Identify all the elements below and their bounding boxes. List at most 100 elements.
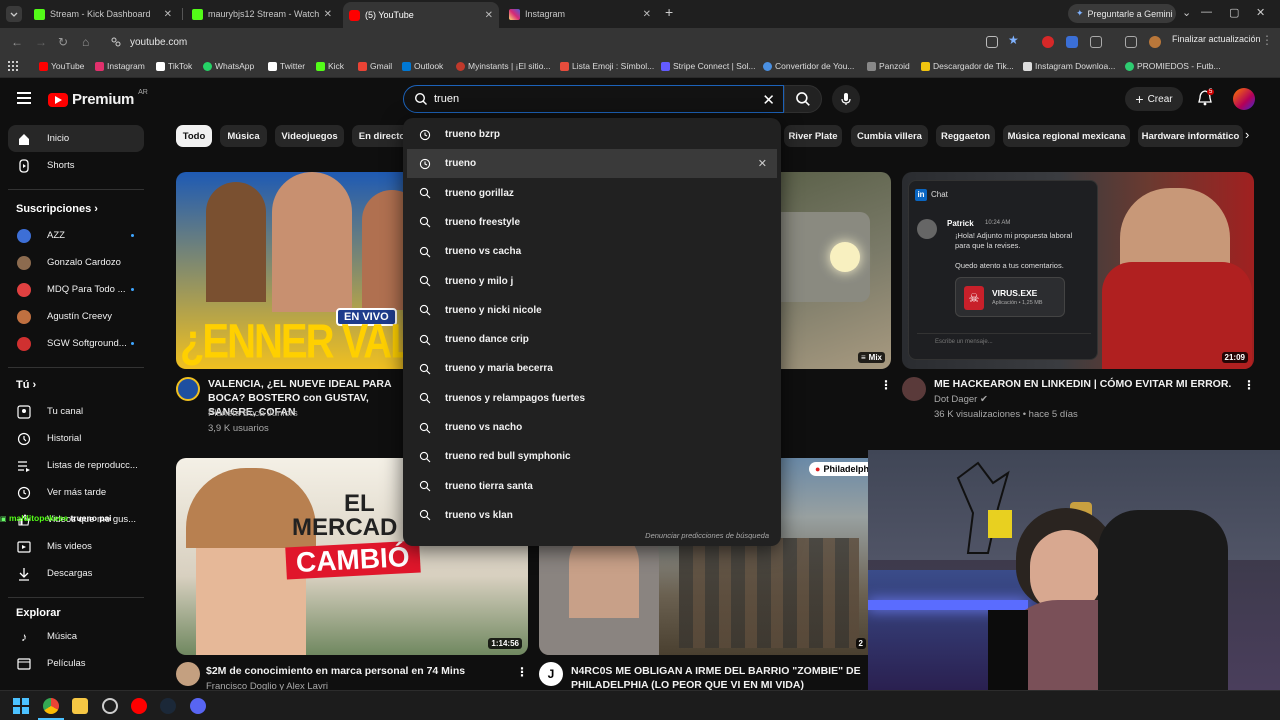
browser-tab[interactable]: Stream - Kick Dashboard ✕	[28, 4, 178, 24]
channel-name[interactable]: Planeta Boca Juniors	[208, 406, 298, 421]
suggestion-item[interactable]: trueno tierra santa	[407, 472, 777, 501]
sidebar-item-shorts[interactable]: Shorts	[8, 152, 144, 179]
menu-icon[interactable]	[17, 92, 31, 107]
suggestion-item[interactable]: trueno dance crip	[407, 325, 777, 354]
chip-hardware-informatico[interactable]: Hardware informático	[1138, 125, 1243, 147]
channel-avatar[interactable]	[176, 377, 200, 401]
channel-avatar[interactable]	[902, 377, 926, 401]
voice-search-button[interactable]	[832, 85, 860, 113]
minimize-button[interactable]: —	[1201, 6, 1212, 18]
video-thumbnail[interactable]: in Chat Patrick 10:24 AM ¡Hola! Adjunto …	[902, 172, 1254, 369]
youtube-logo[interactable]: Premium AR	[48, 89, 148, 108]
maximize-button[interactable]: ▢	[1229, 6, 1239, 19]
browser-tab-active[interactable]: (5) YouTube ✕	[343, 2, 499, 28]
chrome-icon[interactable]	[43, 698, 59, 714]
chip-musica-regional-mexicana[interactable]: Música regional mexicana	[1003, 125, 1130, 147]
reload-icon[interactable]: ↻	[58, 35, 68, 49]
subscription-item[interactable]: Gonzalo Cardozo	[8, 249, 144, 276]
video-title[interactable]: N4RC0S ME OBLIGAN A IRME DEL BARRIO "ZOM…	[571, 664, 863, 692]
chip-reggaeton[interactable]: Reggaeton	[936, 125, 995, 147]
forward-icon[interactable]: →	[35, 35, 47, 49]
browser-tab[interactable]: Instagram ✕	[503, 4, 657, 24]
chip-musica[interactable]: Música	[220, 125, 267, 147]
bookmark-outlook[interactable]: Outlook	[402, 61, 443, 71]
files-icon[interactable]	[72, 698, 88, 714]
profile-icon[interactable]	[1149, 36, 1161, 48]
sidebar-item-descargas[interactable]: Descargas	[8, 560, 144, 587]
more-actions-icon[interactable]: ⋮	[880, 378, 892, 392]
url-field[interactable]: youtube.com	[104, 32, 964, 52]
bookmark-kick[interactable]: Kick	[316, 61, 344, 71]
bookmark-promiedos[interactable]: PROMIEDOS - Futb...	[1125, 61, 1221, 71]
channel-avatar[interactable]: J	[539, 662, 563, 686]
account-avatar[interactable]	[1233, 88, 1255, 110]
sidebar-item-listas[interactable]: Listas de reproducc...	[8, 452, 144, 479]
chevron-right-icon[interactable]: ›	[1245, 127, 1249, 142]
bookmark-converter[interactable]: Convertidor de You...	[763, 61, 854, 71]
suggestion-item[interactable]: trueno y nicki nicole	[407, 296, 777, 325]
subscription-item[interactable]: MDQ Para Todo ...	[8, 276, 144, 303]
video-title[interactable]: ME HACKEARON EN LINKEDIN | CÓMO EVITAR M…	[934, 377, 1234, 391]
search-button[interactable]	[784, 85, 822, 113]
subscription-item[interactable]: SGW Softground...	[8, 330, 144, 357]
search-box[interactable]: ✕	[403, 85, 784, 113]
channel-name[interactable]: Dot Dager ✔	[934, 392, 988, 407]
chip-todo[interactable]: Todo	[176, 125, 212, 147]
chip-river-plate[interactable]: River Plate	[784, 125, 842, 147]
tab-list-icon[interactable]: ⌄	[1182, 6, 1191, 19]
suggestion-item[interactable]: truenos y relampagos fuertes	[407, 384, 777, 413]
update-button[interactable]: Finalizar actualización	[1172, 34, 1261, 44]
discord-icon[interactable]	[190, 698, 206, 714]
close-window-button[interactable]: ✕	[1256, 6, 1265, 19]
suggestion-item[interactable]: trueno y milo j	[407, 267, 777, 296]
gemini-button[interactable]: ✦ Preguntarle a Gemini	[1068, 4, 1176, 23]
close-icon[interactable]: ✕	[643, 9, 651, 20]
bookmark-gmail[interactable]: Gmail	[358, 61, 392, 71]
create-button[interactable]: + Crear	[1125, 87, 1183, 111]
back-icon[interactable]: ←	[11, 35, 23, 49]
suggestion-item[interactable]: trueno bzrp	[407, 120, 777, 149]
bookmark-emoji[interactable]: Lista Emoji : Símbol...	[560, 61, 654, 71]
bookmark-youtube[interactable]: YouTube	[39, 61, 84, 71]
subscription-item[interactable]: AZZ	[8, 222, 144, 249]
bookmark-panzoid[interactable]: Panzoid	[867, 61, 910, 71]
suggestion-item[interactable]: trueno vs nacho	[407, 413, 777, 442]
obs-icon[interactable]	[102, 698, 118, 714]
video-title[interactable]: $2M de conocimiento en marca personal en…	[206, 664, 506, 678]
new-tab-button[interactable]: +	[665, 4, 673, 20]
sidebar-item-inicio[interactable]: Inicio	[8, 125, 144, 152]
bookmark-myinstants[interactable]: Myinstants | ¡El sitio...	[456, 61, 551, 71]
suggestion-item[interactable]: trueno gorillaz	[407, 179, 777, 208]
sidebar-item-historial[interactable]: Historial	[8, 425, 144, 452]
channel-avatar[interactable]	[176, 662, 200, 686]
bookmark-instagram-downloader[interactable]: Instagram Downloa...	[1023, 61, 1115, 71]
steam-icon[interactable]	[160, 698, 176, 714]
extension-icon[interactable]	[1066, 36, 1078, 48]
bookmark-whatsapp[interactable]: WhatsApp	[203, 61, 254, 71]
chip-videojuegos[interactable]: Videojuegos	[275, 125, 344, 147]
close-icon[interactable]: ✕	[164, 9, 172, 20]
sidebar-item-tu-canal[interactable]: Tu canal	[8, 398, 144, 425]
remove-suggestion-icon[interactable]: ✕	[758, 157, 767, 170]
sidebar-item-mis-videos[interactable]: Mis videos	[8, 533, 144, 560]
more-actions-icon[interactable]: ⋮	[1243, 378, 1255, 392]
bookmark-stripe[interactable]: Stripe Connect | Sol...	[661, 61, 756, 71]
extension-icon[interactable]	[1042, 36, 1054, 48]
reading-list-icon[interactable]	[1125, 36, 1137, 48]
suggestion-item[interactable]: trueno red bull symphonic	[407, 442, 777, 471]
youtube-icon[interactable]	[131, 698, 147, 714]
search-input[interactable]	[434, 93, 734, 105]
bookmark-star-icon[interactable]: ★	[1008, 33, 1020, 47]
suggestion-item[interactable]: trueno freestyle	[407, 208, 777, 237]
bookmark-tiktok-downloader[interactable]: Descargador de Tik...	[921, 61, 1014, 71]
install-icon[interactable]	[986, 36, 998, 48]
you-header[interactable]: Tú ›	[16, 379, 36, 391]
report-predictions-link[interactable]: Denunciar predicciones de búsqueda	[645, 531, 769, 540]
clear-search-icon[interactable]: ✕	[762, 91, 775, 109]
home-icon[interactable]: ⌂	[82, 35, 89, 49]
sidebar-item-musica[interactable]: ♪ Música	[8, 623, 144, 650]
suggestion-item[interactable]: trueno vs klan	[407, 501, 777, 530]
browser-tab[interactable]: maurybjs12 Stream - Watch Liv ✕	[186, 4, 338, 24]
bookmark-instagram[interactable]: Instagram	[95, 61, 145, 71]
more-icon[interactable]: ⋮	[1261, 33, 1273, 47]
